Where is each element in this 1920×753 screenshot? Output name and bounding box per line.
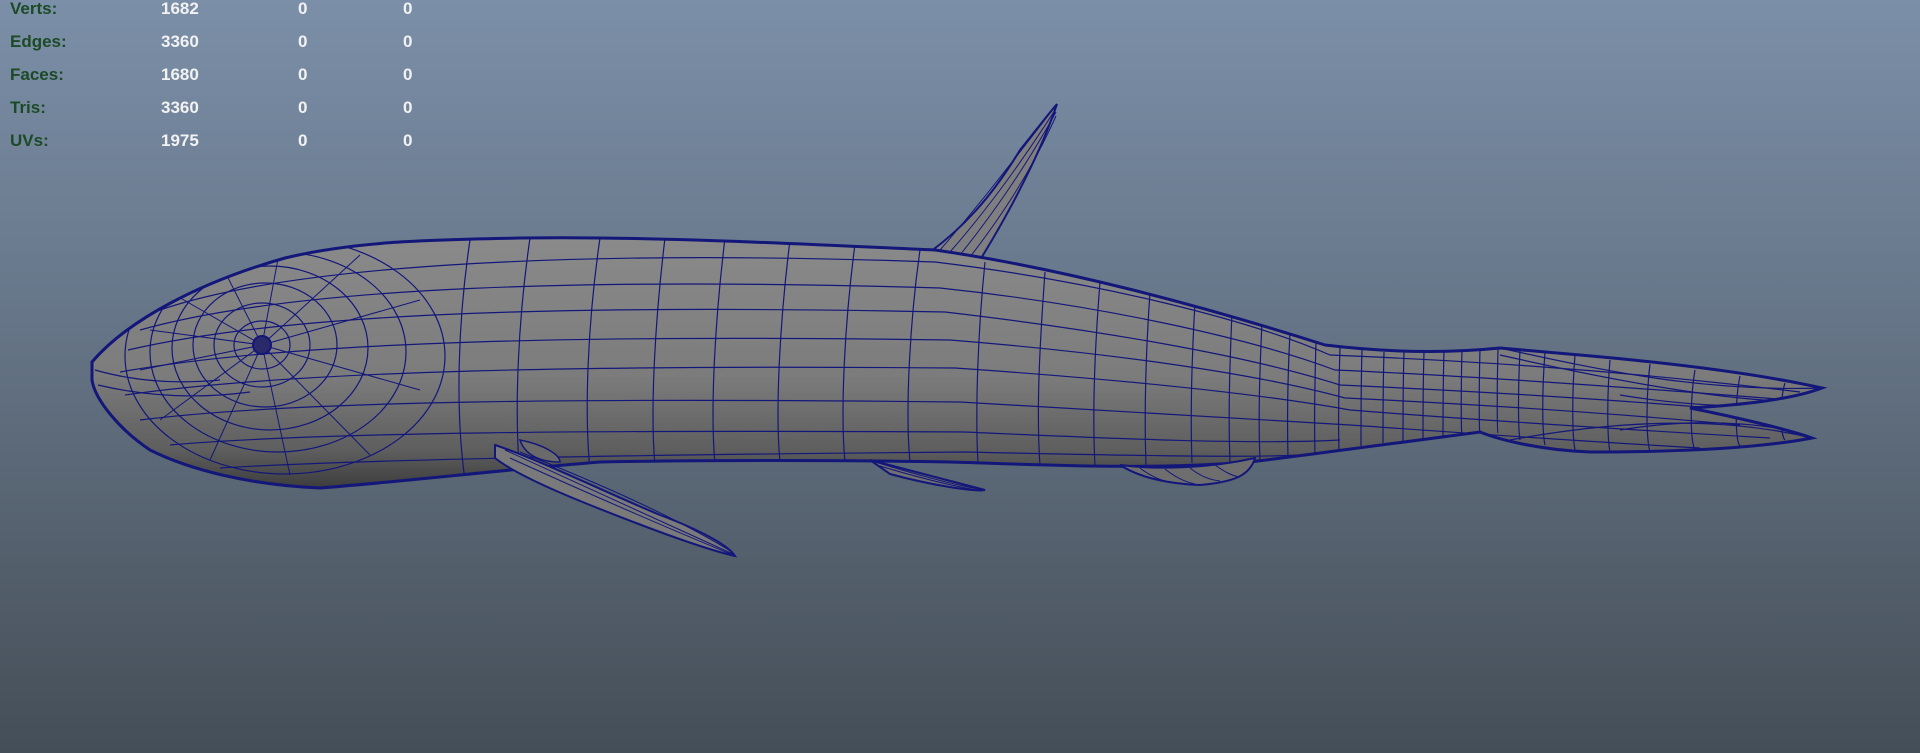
hud-uvs-selected: 0 xyxy=(298,131,308,150)
hud-label-faces: Faces: xyxy=(10,65,64,84)
hud-label-tris: Tris: xyxy=(10,98,46,117)
viewport-3d[interactable]: Verts: 1682 0 0 Edges: 3360 0 0 Faces: 1… xyxy=(0,0,1920,753)
hud-label-uvs: UVs: xyxy=(10,131,49,150)
hud-faces-third: 0 xyxy=(403,65,413,84)
hud-verts-total: 1682 xyxy=(161,0,199,18)
hud-uvs-total: 1975 xyxy=(161,131,199,150)
hud-tris-selected: 0 xyxy=(298,98,308,117)
hud-faces-total: 1680 xyxy=(161,65,199,84)
hud-label-edges: Edges: xyxy=(10,32,67,51)
hud-edges-selected: 0 xyxy=(298,32,308,51)
hud-verts-third: 0 xyxy=(403,0,413,18)
fish-body xyxy=(90,236,1828,490)
dorsal-fin xyxy=(927,103,1058,262)
hud-label-verts: Verts: xyxy=(10,0,58,18)
hud-verts-selected: 0 xyxy=(298,0,308,18)
hud-faces-selected: 0 xyxy=(298,65,308,84)
hud-tris-third: 0 xyxy=(403,98,413,117)
hud-tris-total: 3360 xyxy=(161,98,199,117)
hud-edges-total: 3360 xyxy=(161,32,199,51)
pelvic-fin xyxy=(869,459,986,492)
hud-edges-third: 0 xyxy=(403,32,413,51)
poly-count-hud: Verts: 1682 0 0 Edges: 3360 0 0 Faces: 1… xyxy=(0,0,440,160)
eye xyxy=(252,335,272,355)
hud-uvs-third: 0 xyxy=(403,131,413,150)
